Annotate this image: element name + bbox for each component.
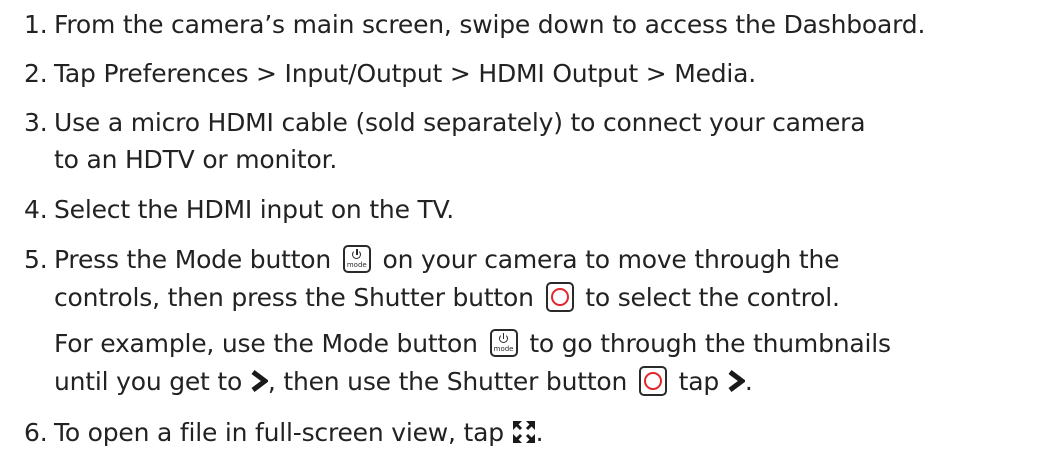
- mode-button-icon: mode: [489, 329, 518, 357]
- step-text: Press the Mode button mode on your camer…: [54, 245, 840, 275]
- step-text: To open a file in full-screen view, tap …: [54, 418, 544, 448]
- step-number: 4.: [24, 195, 48, 224]
- mode-button-icon: mode: [342, 245, 371, 273]
- shutter-button-icon: [638, 366, 667, 396]
- step-number: 3.: [24, 108, 48, 137]
- mode-label: mode: [346, 261, 367, 269]
- step-text: controls, then press the Shutter button …: [54, 282, 840, 314]
- step-text-segment: until you get to: [54, 367, 243, 396]
- step-text-segment: tap: [678, 367, 720, 396]
- step-text: Tap Preferences > Input/Output > HDMI Ou…: [54, 59, 757, 88]
- step-text: until you get to , then use the Shutter …: [54, 366, 753, 398]
- step-text-segment: to go through the thumbnails: [529, 329, 891, 358]
- step-text: From the camera’s main screen, swipe dow…: [54, 10, 926, 39]
- chevron-right-icon: [727, 370, 745, 392]
- step-number: 5.: [24, 245, 48, 274]
- step-text-segment: controls, then press the Shutter button: [54, 283, 534, 312]
- step-number: 2.: [24, 59, 48, 88]
- step-number: 1.: [24, 10, 48, 39]
- step-text-segment: to select the control.: [585, 283, 840, 312]
- step-text: Select the HDMI input on the TV.: [54, 195, 454, 224]
- step-text-segment: Press the Mode button: [54, 245, 332, 274]
- step-text: to an HDTV or monitor.: [54, 145, 338, 174]
- step-text-segment: on your camera to move through the: [382, 245, 840, 274]
- shutter-button-icon: [545, 282, 574, 312]
- step-text-segment: .: [744, 367, 753, 396]
- step-text-segment: , then use the Shutter button: [267, 367, 628, 396]
- step-text-segment: To open a file in full-screen view, tap: [54, 418, 504, 447]
- step-text-segment: .: [535, 418, 544, 447]
- fullscreen-expand-icon: [512, 420, 536, 444]
- step-text: For example, use the Mode button mode to…: [54, 329, 891, 359]
- step-number: 6.: [24, 418, 48, 447]
- mode-label: mode: [493, 345, 514, 353]
- step-text-segment: For example, use the Mode button: [54, 329, 478, 358]
- step-text: Use a micro HDMI cable (sold separately)…: [54, 108, 866, 137]
- chevron-right-icon: [250, 370, 268, 392]
